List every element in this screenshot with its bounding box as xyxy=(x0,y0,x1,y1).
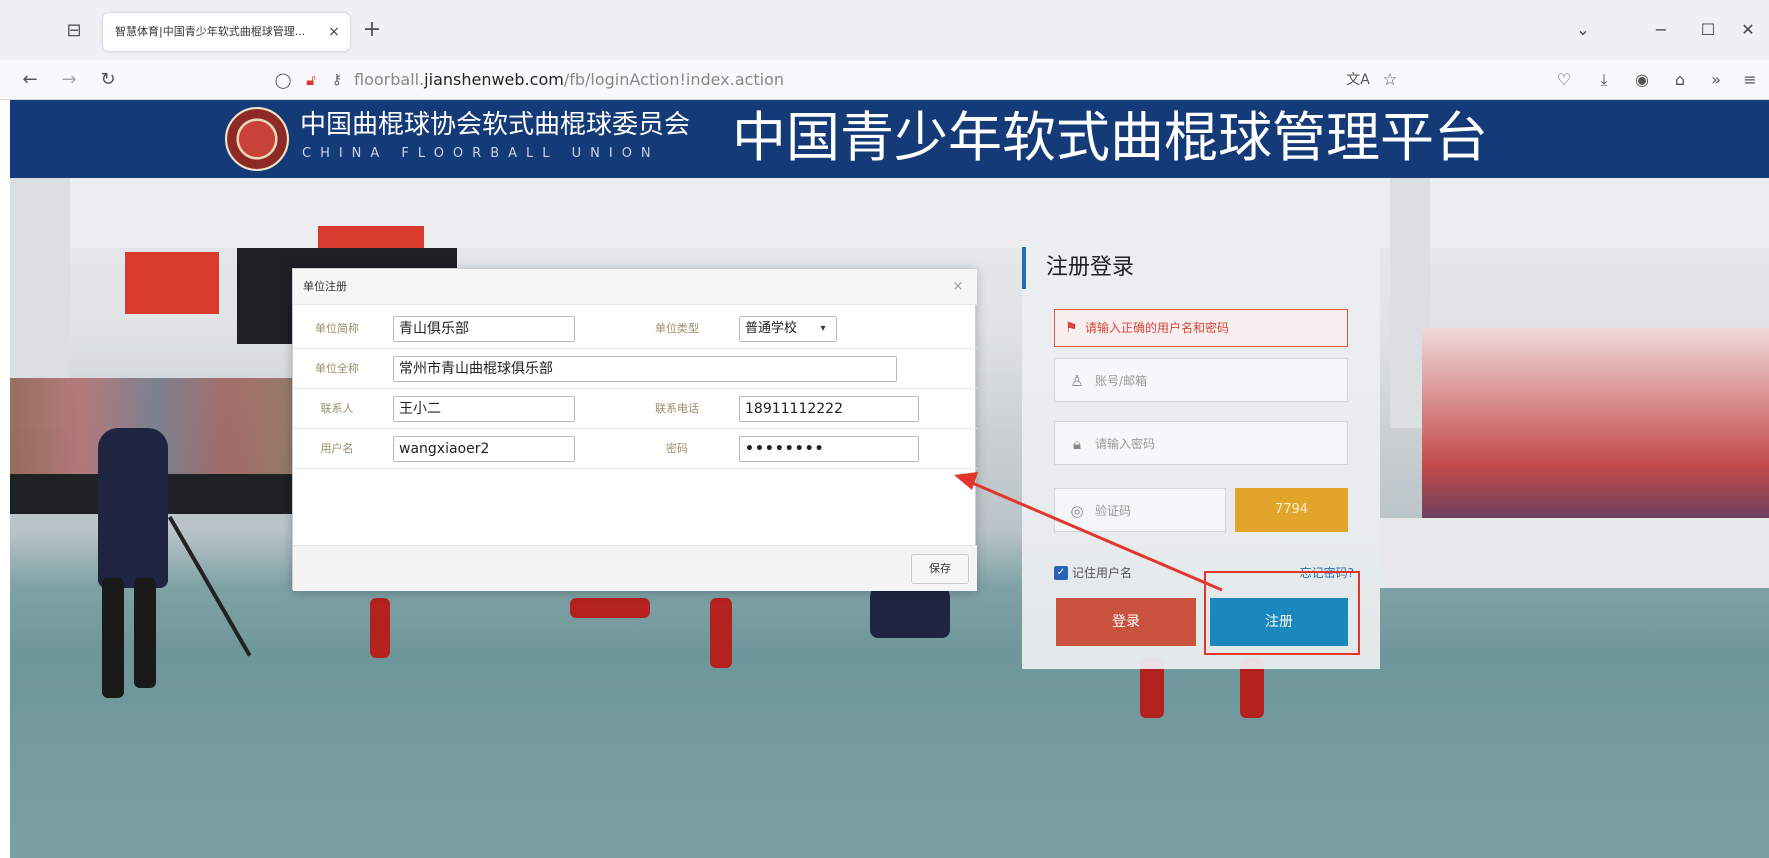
forward-icon[interactable]: → xyxy=(55,66,83,94)
insecure-lock-icon[interactable]: 🔓︎ xyxy=(300,68,322,92)
minimize-button[interactable]: − xyxy=(1643,16,1679,44)
flag-icon: ⚑ xyxy=(1065,320,1078,336)
password-label: 密码 xyxy=(666,442,688,455)
back-icon[interactable]: ← xyxy=(16,66,44,94)
maximize-button[interactable]: ☐ xyxy=(1690,16,1726,44)
shield-check-icon: ◎ xyxy=(1070,502,1084,520)
tab-overflow-chevron-icon[interactable]: ⌄ xyxy=(1565,16,1601,44)
bookmark-star-icon[interactable]: ☆ xyxy=(1377,68,1403,92)
browser-tab-bar: ⊟ 智慧体育|中国青少年软式曲棍球管理... × + ⌄ − ☐ ✕ xyxy=(0,0,1769,60)
url-bar[interactable]: floorball.jianshenweb.com/fb/loginAction… xyxy=(354,69,1054,91)
save-button[interactable]: 保存 xyxy=(911,554,969,584)
login-title: 注册登录 xyxy=(1046,255,1135,280)
short-name-label: 单位简称 xyxy=(315,322,359,335)
form-row: 联系人 王小二 联系电话 18911112222 xyxy=(293,389,977,429)
annotation-highlight-box xyxy=(1204,571,1360,655)
unit-registration-dialog: 单位注册 × 单位简称 青山俱乐部 单位类型 普通学校 ▾ 单位全称 常州市青山… xyxy=(292,268,977,591)
dialog-title: 单位注册 xyxy=(303,280,347,293)
flag xyxy=(125,252,219,314)
dialog-header: 单位注册 × xyxy=(293,269,977,305)
dialog-footer: 保存 xyxy=(293,545,977,591)
shield-icon[interactable]: ◯ xyxy=(272,68,294,92)
error-text: 请输入正确的用户名和密码 xyxy=(1085,321,1230,335)
account-placeholder: 账号/邮箱 xyxy=(1095,374,1148,388)
url-domain: jianshenweb.com xyxy=(424,70,564,89)
password-input[interactable]: 🔒︎ 请输入密码 xyxy=(1054,421,1348,465)
player-leg xyxy=(370,598,390,658)
browser-tab[interactable]: 智慧体育|中国青少年软式曲棍球管理... × xyxy=(103,13,350,51)
full-name-label: 单位全称 xyxy=(315,362,359,375)
tab-close-icon[interactable]: × xyxy=(325,22,343,42)
chevron-down-icon: ▾ xyxy=(820,323,826,334)
password-field[interactable]: •••••••• xyxy=(739,436,919,462)
form-row: 单位全称 常州市青山曲棍球俱乐部 xyxy=(293,349,977,389)
phone-label: 联系电话 xyxy=(655,402,699,415)
captcha-input[interactable]: ◎ 验证码 xyxy=(1054,488,1226,532)
download-icon[interactable]: ⤓ xyxy=(1590,67,1618,93)
username-input[interactable]: wangxiaoer2 xyxy=(393,436,575,462)
tab-title: 智慧体育|中国青少年软式曲棍球管理... xyxy=(115,25,306,38)
captcha-image[interactable]: 7794 xyxy=(1235,488,1348,532)
floorball-stick xyxy=(168,516,252,657)
close-window-button[interactable]: ✕ xyxy=(1730,16,1766,44)
password-placeholder: 请输入密码 xyxy=(1095,437,1156,451)
unit-type-value: 普通学校 xyxy=(745,321,798,336)
remember-checkbox[interactable]: ✓ xyxy=(1054,566,1068,580)
short-name-input[interactable]: 青山俱乐部 xyxy=(393,316,575,342)
title-accent-bar xyxy=(1022,247,1026,289)
remember-label[interactable]: 记住用户名 xyxy=(1072,563,1172,583)
player-leg xyxy=(710,598,732,668)
close-icon[interactable]: × xyxy=(948,277,968,297)
new-tab-button[interactable]: + xyxy=(358,16,386,44)
web-page: 中国曲棍球协会软式曲棍球委员会 CHINA FLOORBALL UNION 中国… xyxy=(10,100,1769,858)
login-button[interactable]: 登录 xyxy=(1056,598,1196,646)
phone-input[interactable]: 18911112222 xyxy=(739,396,919,422)
org-name: 中国曲棍球协会软式曲棍球委员会 xyxy=(300,110,691,140)
player-leg xyxy=(102,578,124,698)
browser-nav-bar: ← → ↻ ◯ 🔓︎ ⚷ floorball.jianshenweb.com/f… xyxy=(0,60,1769,100)
key-icon[interactable]: ⚷ xyxy=(326,68,348,92)
org-name-english: CHINA FLOORBALL UNION xyxy=(302,146,660,161)
unit-type-select[interactable]: 普通学校 ▾ xyxy=(739,316,837,342)
overflow-chevrons-icon[interactable]: » xyxy=(1702,67,1730,93)
site-banner: 中国曲棍球协会软式曲棍球委员会 CHINA FLOORBALL UNION 中国… xyxy=(10,100,1769,178)
account-input[interactable]: ♙ 账号/邮箱 xyxy=(1054,358,1348,402)
player xyxy=(98,428,168,588)
error-message: ⚑ 请输入正确的用户名和密码 xyxy=(1054,309,1348,347)
translate-icon[interactable]: 文A xyxy=(1345,68,1371,92)
platform-title: 中国青少年软式曲棍球管理平台 xyxy=(732,106,1488,169)
username-label: 用户名 xyxy=(320,442,354,455)
form-row: 用户名 wangxiaoer2 密码 •••••••• xyxy=(293,429,977,469)
extensions-icon[interactable]: ⌂ xyxy=(1666,67,1694,93)
account-icon[interactable]: ◉ xyxy=(1628,67,1656,93)
unit-type-label: 单位类型 xyxy=(655,322,699,335)
ceiling xyxy=(10,178,1769,248)
rink-board xyxy=(1380,518,1769,588)
pocket-icon[interactable]: ♡ xyxy=(1550,67,1578,93)
url-path: /fb/loginAction!index.action xyxy=(563,70,784,89)
url-prefix: floorball. xyxy=(354,70,425,89)
lock-icon: 🔒︎ xyxy=(1073,435,1081,453)
full-name-input[interactable]: 常州市青山曲棍球俱乐部 xyxy=(393,356,897,382)
contact-label: 联系人 xyxy=(320,402,354,415)
player-leg xyxy=(570,598,650,618)
reload-icon[interactable]: ↻ xyxy=(94,66,122,94)
association-logo xyxy=(225,107,289,171)
user-icon: ♙ xyxy=(1070,372,1084,390)
tab-list-icon[interactable]: ⊟ xyxy=(60,18,88,44)
menu-icon[interactable]: ≡ xyxy=(1736,67,1764,93)
form-row: 单位简称 青山俱乐部 单位类型 普通学校 ▾ xyxy=(293,309,977,349)
player-leg xyxy=(134,578,156,688)
contact-input[interactable]: 王小二 xyxy=(393,396,575,422)
